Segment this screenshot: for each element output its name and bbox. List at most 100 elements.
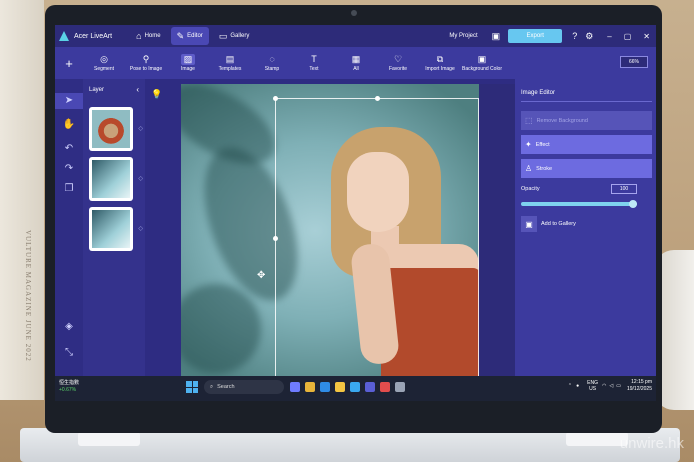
screen: Acer LiveArt ⌂ Home ✎ Editor ▭ Gallery M… [55, 25, 656, 401]
nav-tab-gallery-label: Gallery [230, 33, 250, 39]
nav-tab-gallery[interactable]: ▭ Gallery [213, 27, 256, 45]
nav-tab-editor[interactable]: ✎ Editor [170, 27, 209, 45]
taskbar-search[interactable]: ⌕ Search [204, 380, 284, 394]
redo-icon[interactable]: ↷ [55, 163, 83, 174]
opacity-slider[interactable] [521, 200, 637, 208]
file-explorer-icon[interactable] [305, 382, 315, 392]
opacity-input[interactable]: 100 [611, 184, 637, 194]
zoom-level[interactable]: 66% [620, 56, 648, 68]
tool-stamp[interactable]: ◌ Stamp [251, 54, 293, 72]
layer-visibility-icon[interactable]: ◇ [138, 125, 143, 132]
home-icon: ⌂ [136, 31, 142, 41]
watermark: unwire.hk [619, 435, 684, 452]
opacity-value: 100 [619, 186, 629, 192]
tool-ribbon: + ◎ Segment ⚲ Pose to Image ▨ Image ▤ Te… [55, 47, 656, 79]
layers-icon[interactable]: ◈ [55, 321, 83, 332]
plus-icon[interactable]: + [55, 56, 83, 71]
app-icon[interactable] [395, 382, 405, 392]
settings-gear-icon[interactable]: ⚙ [585, 31, 593, 42]
text-icon: T [311, 54, 317, 64]
tool-pose-label: Pose to Image [129, 66, 163, 72]
windows-start-icon[interactable] [186, 381, 198, 393]
help-icon[interactable]: ? [572, 31, 577, 41]
tool-favorite-label: Favorite [388, 66, 408, 72]
clock[interactable]: 12:15 pm 19/12/2025 [627, 379, 652, 393]
canvas-margin [479, 84, 515, 378]
minimize-icon[interactable]: – [607, 32, 611, 41]
layer-visibility-icon[interactable]: ◇ [138, 175, 143, 182]
undo-icon[interactable]: ↶ [55, 143, 83, 154]
book-spine-text: VULTURE MAGAZINE JUNE 2022 [24, 230, 32, 362]
tool-templates-label: Templates [218, 66, 242, 72]
add-to-gallery-button[interactable]: ▣ Add to Gallery [521, 216, 576, 232]
tool-text[interactable]: T Text [293, 54, 335, 72]
effect-button[interactable]: ✦ Effect [521, 135, 652, 154]
battery-icon[interactable]: ▭ [616, 383, 621, 389]
layer-visibility-icon[interactable]: ◇ [138, 225, 143, 232]
save-icon[interactable]: ▣ [492, 31, 501, 42]
opacity-label: Opacity [521, 186, 540, 192]
task-view-icon[interactable] [290, 382, 300, 392]
layer-thumbnail[interactable]: ◇ [89, 107, 143, 151]
tool-pose-to-image[interactable]: ⚲ Pose to Image [125, 54, 167, 72]
stock-widget[interactable]: 恒生指數 +0.67% [59, 380, 79, 394]
wifi-icon[interactable]: ◠ [602, 383, 606, 389]
hinge-left [78, 432, 140, 446]
tool-templates[interactable]: ▤ Templates [209, 54, 251, 72]
effect-icon: ✦ [525, 140, 532, 149]
language-indicator[interactable]: ENG US [587, 380, 598, 392]
project-name[interactable]: My Project [449, 33, 477, 39]
tool-import-label: Import Image [425, 66, 455, 72]
hand-pan-icon[interactable]: ✋ [55, 119, 83, 130]
collapse-chevron-icon[interactable]: ‹ [136, 85, 139, 94]
nav-tab-editor-label: Editor [187, 33, 203, 39]
layer-thumbnail[interactable]: ◇ [89, 207, 143, 251]
duplicate-icon[interactable]: ❐ [55, 183, 83, 194]
selection-box[interactable] [273, 96, 479, 378]
import-icon: ⧉ [436, 54, 444, 64]
tray-app-icon[interactable]: ● [576, 383, 579, 389]
tool-background-color[interactable]: ▣ Background Color [461, 54, 503, 72]
liveart-logo-icon [59, 31, 69, 41]
tool-segment[interactable]: ◎ Segment [83, 54, 125, 72]
nav-tab-home[interactable]: ⌂ Home [130, 27, 166, 45]
store-app-icon[interactable] [350, 382, 360, 392]
remove-background-icon: ⬚ [525, 116, 533, 125]
tool-import-image[interactable]: ⧉ Import Image [419, 54, 461, 72]
close-icon[interactable]: ✕ [643, 32, 650, 41]
stroke-icon: ♙ [525, 164, 533, 173]
tool-image[interactable]: ▨ Image [167, 54, 209, 72]
stock-change: +0.67% [59, 387, 77, 393]
tool-stamp-label: Stamp [264, 66, 280, 72]
editor-canvas[interactable]: ✥ [181, 84, 479, 378]
edge-browser-icon[interactable] [320, 382, 330, 392]
resize-handle[interactable] [375, 96, 380, 101]
left-toolbar: ➤ ✋ ↶ ↷ ❐ ◈ ⤡ [55, 79, 83, 376]
tool-favorite[interactable]: ♡ Favorite [377, 54, 419, 72]
liveart-app-icon[interactable] [365, 382, 375, 392]
stroke-button[interactable]: ♙ Stroke [521, 159, 652, 178]
webcam [351, 10, 357, 16]
volume-icon[interactable]: ◁ [609, 383, 613, 389]
folder-app-icon[interactable] [335, 382, 345, 392]
layer-thumbnail[interactable]: ◇ [89, 157, 143, 201]
resize-handle[interactable] [273, 96, 278, 101]
lightbulb-icon[interactable]: 💡 [151, 89, 162, 100]
zoom-value: 66% [628, 59, 639, 65]
layer-panel: Layer ‹ ◇ ◇ ◇ [83, 79, 145, 376]
layer-image [92, 110, 130, 148]
fit-screen-icon[interactable]: ⤡ [55, 347, 83, 358]
stock-name: 恒生指數 [59, 380, 80, 386]
cursor-select-icon[interactable]: ➤ [55, 93, 83, 109]
export-button[interactable]: Export [508, 29, 563, 43]
stamp-icon: ◌ [269, 54, 275, 64]
opacity-slider-thumb[interactable] [629, 200, 637, 208]
remove-background-button[interactable]: ⬚ Remove Background [521, 111, 652, 130]
app-icon[interactable] [380, 382, 390, 392]
resize-handle[interactable] [273, 236, 278, 241]
maximize-icon[interactable]: ▢ [624, 32, 632, 41]
tool-all[interactable]: ▦ All [335, 54, 377, 72]
chevron-up-icon[interactable]: ⌃ [568, 383, 572, 389]
search-icon: ⌕ [210, 383, 214, 390]
layer-panel-title: Layer [89, 87, 105, 93]
